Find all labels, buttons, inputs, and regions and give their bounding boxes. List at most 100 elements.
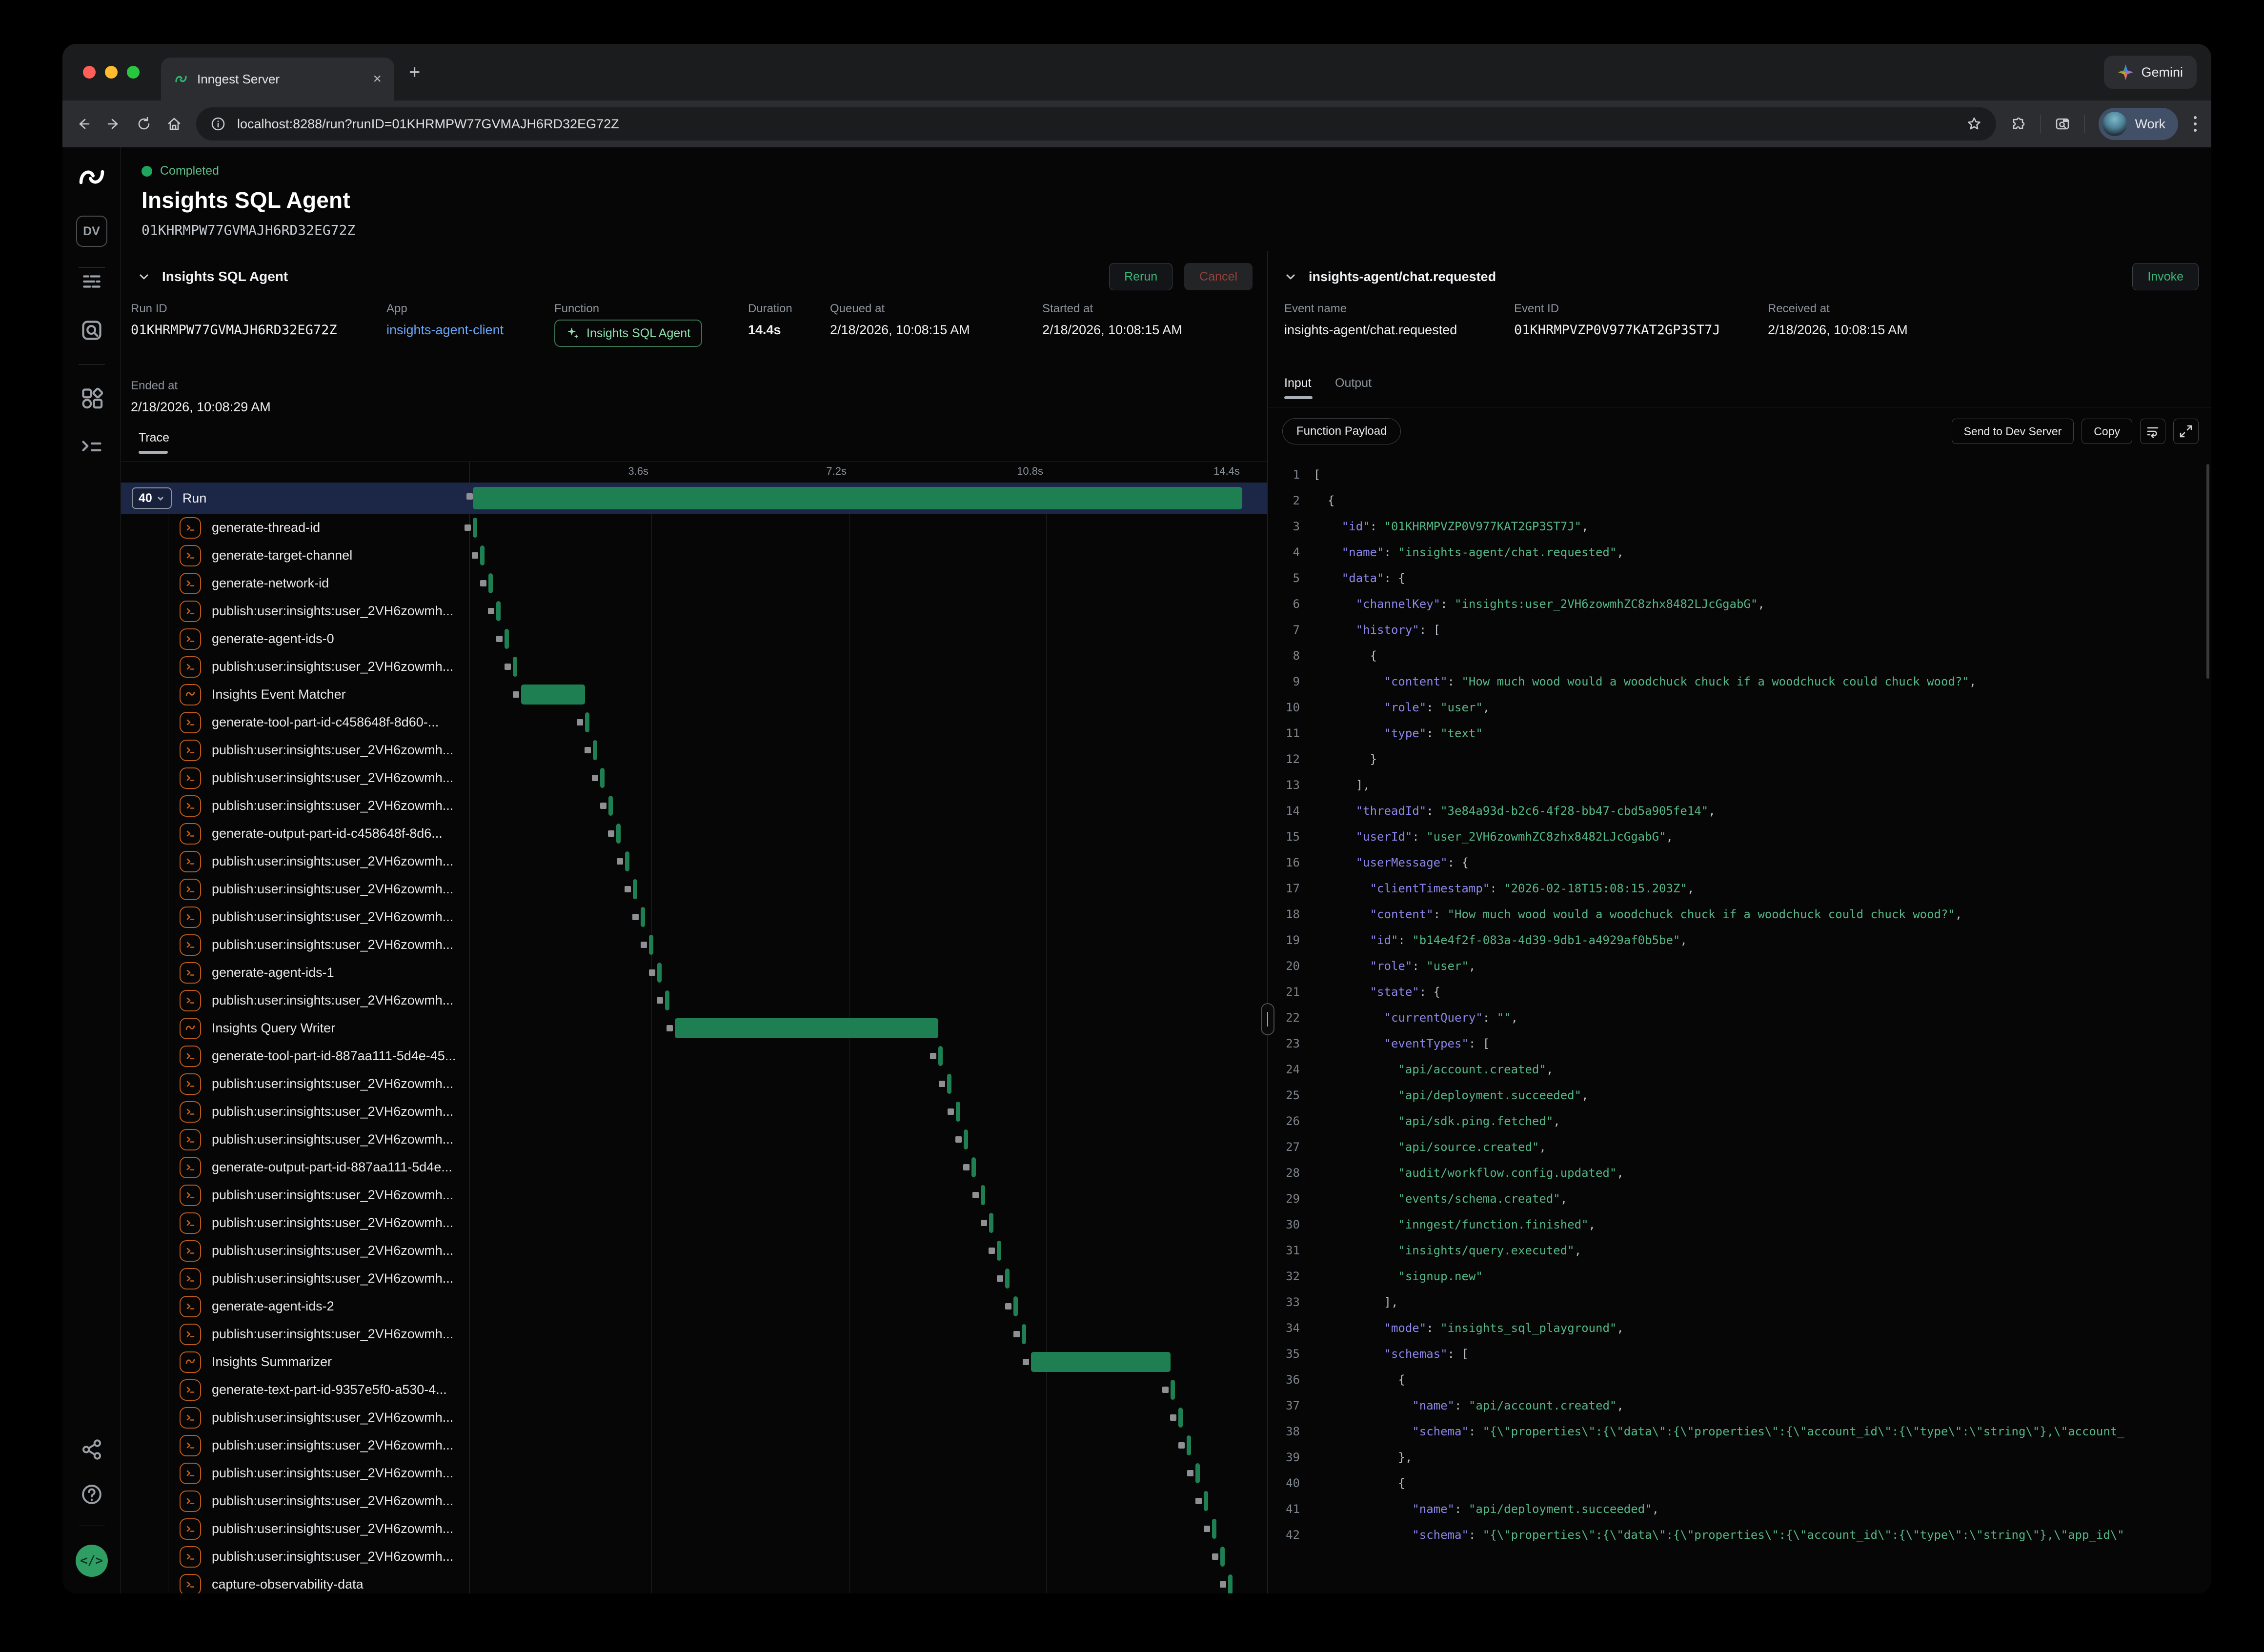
zoom-window-button[interactable] bbox=[127, 66, 140, 79]
function-badge[interactable]: Insights SQL Agent bbox=[554, 320, 702, 347]
trace-row[interactable]: generate-output-part-id-c458648f-8d6... bbox=[121, 820, 1267, 847]
trace-row[interactable]: publish:user:insights:user_2VH6zowmh... bbox=[121, 1126, 1267, 1153]
step-duration-bar bbox=[938, 1046, 943, 1066]
payload-json-viewer[interactable]: 1[2 {3 "id": "01KHRMPVZP0V977KAT2GP3ST7J… bbox=[1268, 455, 2211, 1593]
trace-row[interactable]: Insights Event Matcher bbox=[121, 681, 1267, 708]
browser-menu-icon[interactable] bbox=[2192, 114, 2199, 134]
rerun-button[interactable]: Rerun bbox=[1109, 263, 1172, 290]
trace-row[interactable]: publish:user:insights:user_2VH6zowmh... bbox=[121, 1265, 1267, 1292]
share-icon[interactable] bbox=[79, 1437, 104, 1462]
trace-row[interactable]: publish:user:insights:user_2VH6zowmh... bbox=[121, 764, 1267, 792]
sidebar-search-icon[interactable] bbox=[2054, 116, 2071, 132]
trace-row[interactable]: capture-observability-data bbox=[121, 1571, 1267, 1593]
trace-row[interactable]: publish:user:insights:user_2VH6zowmh... bbox=[121, 847, 1267, 875]
copy-button[interactable]: Copy bbox=[2082, 419, 2132, 444]
terminal-step-icon bbox=[183, 938, 197, 952]
code-line: 18 "content": "How much wood would a woo… bbox=[1268, 902, 2211, 927]
trace-row[interactable]: publish:user:insights:user_2VH6zowmh... bbox=[121, 931, 1267, 959]
env-badge[interactable]: DV bbox=[76, 216, 107, 247]
help-icon[interactable] bbox=[79, 1482, 104, 1507]
dev-tools-button[interactable]: </> bbox=[76, 1545, 108, 1577]
new-tab-button[interactable]: + bbox=[409, 61, 420, 83]
browser-tab[interactable]: Inngest Server × bbox=[161, 58, 394, 101]
trace-row-label: capture-observability-data bbox=[212, 1577, 364, 1592]
queue-marker bbox=[1187, 1470, 1193, 1476]
trace-row[interactable]: publish:user:insights:user_2VH6zowmh... bbox=[121, 1237, 1267, 1265]
trace-row[interactable]: publish:user:insights:user_2VH6zowmh... bbox=[121, 1404, 1267, 1431]
close-window-button[interactable] bbox=[83, 66, 96, 79]
trace-row[interactable]: publish:user:insights:user_2VH6zowmh... bbox=[121, 1098, 1267, 1126]
trace-row[interactable]: publish:user:insights:user_2VH6zowmh... bbox=[121, 875, 1267, 903]
collapse-run-icon[interactable] bbox=[138, 270, 150, 283]
trace-row[interactable]: publish:user:insights:user_2VH6zowmh... bbox=[121, 1181, 1267, 1209]
function-payload-button[interactable]: Function Payload bbox=[1282, 418, 1401, 444]
profile-chip[interactable]: Work bbox=[2099, 108, 2178, 140]
invoke-button[interactable]: Invoke bbox=[2132, 263, 2199, 290]
trace-row[interactable]: publish:user:insights:user_2VH6zowmh... bbox=[121, 1515, 1267, 1543]
trace-row[interactable]: generate-target-channel bbox=[121, 542, 1267, 569]
bookmark-star-icon[interactable] bbox=[1966, 116, 1982, 132]
runs-list-icon[interactable] bbox=[78, 268, 105, 295]
trace-row[interactable]: publish:user:insights:user_2VH6zowmh... bbox=[121, 653, 1267, 681]
reload-icon[interactable] bbox=[136, 116, 152, 132]
queue-marker bbox=[592, 775, 598, 781]
home-icon[interactable] bbox=[166, 116, 182, 132]
step-duration-bar bbox=[585, 712, 589, 732]
trace-row[interactable]: Insights Query Writer bbox=[121, 1014, 1267, 1042]
trace-row[interactable]: publish:user:insights:user_2VH6zowmh... bbox=[121, 1543, 1267, 1571]
trace-row[interactable]: publish:user:insights:user_2VH6zowmh... bbox=[121, 597, 1267, 625]
trace-row[interactable]: publish:user:insights:user_2VH6zowmh... bbox=[121, 792, 1267, 820]
collapse-event-icon[interactable] bbox=[1284, 270, 1297, 283]
trace-row[interactable]: publish:user:insights:user_2VH6zowmh... bbox=[121, 1431, 1267, 1459]
chevron-down-icon bbox=[156, 494, 165, 503]
cancel-button[interactable]: Cancel bbox=[1184, 263, 1253, 290]
trace-row[interactable]: publish:user:insights:user_2VH6zowmh... bbox=[121, 1459, 1267, 1487]
trace-row[interactable]: publish:user:insights:user_2VH6zowmh... bbox=[121, 1487, 1267, 1515]
code-line: 25 "api/deployment.succeeded", bbox=[1268, 1083, 2211, 1108]
trace-row[interactable]: generate-thread-id bbox=[121, 514, 1267, 542]
trace-row[interactable]: generate-agent-ids-0 bbox=[121, 625, 1267, 653]
step-duration-bar bbox=[997, 1241, 1001, 1261]
send-to-dev-server-button[interactable]: Send to Dev Server bbox=[1952, 419, 2074, 444]
panel-resize-handle[interactable] bbox=[1261, 1003, 1274, 1035]
wrap-lines-button[interactable] bbox=[2140, 419, 2165, 444]
trace-row[interactable]: generate-text-part-id-9357e5f0-a530-4... bbox=[121, 1376, 1267, 1404]
trace-row[interactable]: generate-agent-ids-1 bbox=[121, 959, 1267, 987]
expand-button[interactable] bbox=[2173, 419, 2199, 444]
tab-input[interactable]: Input bbox=[1284, 376, 1313, 407]
trace-row[interactable]: publish:user:insights:user_2VH6zowmh... bbox=[121, 1320, 1267, 1348]
run-id-value: 01KHRMPW77GVMAJH6RD32EG72Z bbox=[131, 322, 337, 338]
tab-output[interactable]: Output bbox=[1335, 376, 1372, 407]
address-bar[interactable]: localhost:8288/run?runID=01KHRMPW77GVMAJ… bbox=[196, 107, 1996, 141]
trace-row[interactable]: generate-agent-ids-2 bbox=[121, 1292, 1267, 1320]
code-line: 12 } bbox=[1268, 746, 2211, 772]
trace-row[interactable]: Insights Summarizer bbox=[121, 1348, 1267, 1376]
scrollbar-thumb[interactable] bbox=[2206, 464, 2209, 679]
app-link[interactable]: insights-agent-client bbox=[386, 322, 504, 338]
site-info-icon[interactable] bbox=[210, 116, 226, 132]
step-duration-bar bbox=[593, 740, 597, 760]
run-row-label: Run bbox=[182, 491, 207, 506]
code-line: 17 "clientTimestamp": "2026-02-18T15:08:… bbox=[1268, 876, 2211, 902]
expand-steps-control[interactable]: 40 bbox=[132, 487, 172, 509]
trace-row[interactable]: generate-tool-part-id-887aa111-5d4e-45..… bbox=[121, 1042, 1267, 1070]
tab-trace[interactable]: Trace bbox=[139, 431, 169, 454]
functions-icon[interactable] bbox=[78, 433, 105, 461]
trace-row[interactable]: publish:user:insights:user_2VH6zowmh... bbox=[121, 736, 1267, 764]
gemini-button[interactable]: Gemini bbox=[2104, 56, 2197, 89]
trace-row[interactable]: generate-tool-part-id-c458648f-8d60-... bbox=[121, 708, 1267, 736]
tab-close-icon[interactable]: × bbox=[373, 71, 382, 87]
trace-row[interactable]: generate-network-id bbox=[121, 569, 1267, 597]
apps-icon[interactable] bbox=[78, 384, 105, 412]
trace-row[interactable]: publish:user:insights:user_2VH6zowmh... bbox=[121, 987, 1267, 1014]
trace-row[interactable]: publish:user:insights:user_2VH6zowmh... bbox=[121, 1209, 1267, 1237]
trace-row[interactable]: generate-output-part-id-887aa111-5d4e... bbox=[121, 1153, 1267, 1181]
back-icon[interactable] bbox=[75, 116, 92, 132]
trace-row[interactable]: publish:user:insights:user_2VH6zowmh... bbox=[121, 903, 1267, 931]
event-search-icon[interactable] bbox=[78, 317, 105, 344]
trace-run-row[interactable]: 40 Run bbox=[121, 483, 1267, 514]
trace-row[interactable]: publish:user:insights:user_2VH6zowmh... bbox=[121, 1070, 1267, 1098]
minimize-window-button[interactable] bbox=[105, 66, 118, 79]
extensions-icon[interactable] bbox=[2010, 116, 2026, 132]
forward-icon[interactable] bbox=[105, 116, 122, 132]
